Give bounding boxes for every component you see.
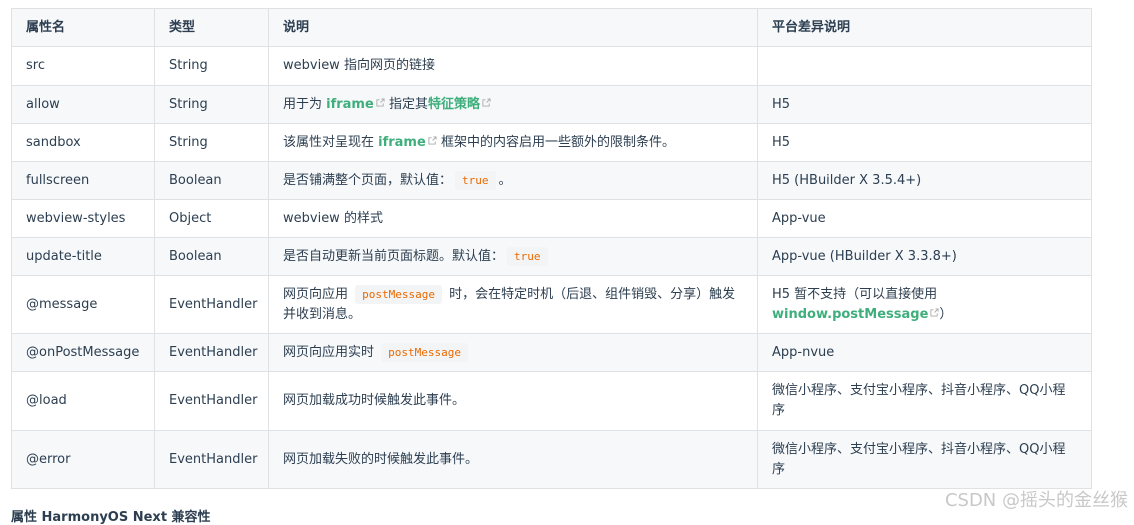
- prop-platform: App-vue (HBuilder X 3.3.8+): [757, 237, 1092, 276]
- table-row: src String webview 指向网页的链接: [11, 46, 1092, 86]
- feature-policy-link[interactable]: 特征策略: [428, 97, 491, 112]
- window-postmessage-link[interactable]: window.postMessage: [772, 307, 939, 322]
- table-row: @error EventHandler 网页加载失败的时候触发此事件。 微信小程…: [11, 430, 1092, 489]
- prop-type: Boolean: [154, 237, 269, 276]
- desc-text: 该属性对呈现在: [283, 134, 379, 150]
- prop-type: String: [154, 123, 269, 162]
- prop-platform: H5 暂不支持（可以直接使用 window.postMessage ）: [757, 275, 1092, 334]
- table-row: sandbox String 该属性对呈现在 iframe 框架中的内容启用一些…: [11, 123, 1092, 162]
- prop-platform: 微信小程序、支付宝小程序、抖音小程序、QQ小程序: [757, 430, 1092, 489]
- prop-type: EventHandler: [154, 333, 269, 372]
- code-value: true: [455, 170, 496, 190]
- prop-type: String: [154, 85, 269, 124]
- prop-name: @load: [11, 371, 155, 431]
- prop-type: String: [154, 46, 269, 86]
- link-text: 特征策略: [427, 96, 480, 112]
- table-row: @onPostMessage EventHandler 网页向应用实时 post…: [11, 333, 1092, 372]
- external-link-icon: [376, 97, 385, 107]
- desc-text: 用于为: [283, 96, 327, 112]
- prop-platform: App-vue: [757, 199, 1092, 238]
- desc-text: 网页向应用: [283, 286, 353, 302]
- prop-platform: [757, 46, 1092, 86]
- prop-name: @onPostMessage: [11, 333, 155, 372]
- table-row: allow String 用于为 iframe 指定其特征策略 H5: [11, 85, 1092, 124]
- prop-desc: webview 指向网页的链接: [268, 46, 758, 86]
- table-row: @load EventHandler 网页加载成功时候触发此事件。 微信小程序、…: [11, 371, 1092, 431]
- iframe-link[interactable]: iframe: [326, 97, 385, 112]
- prop-name: src: [11, 46, 155, 86]
- prop-desc: webview 的样式: [268, 199, 758, 238]
- desc-text: 是否铺满整个页面，默认值：: [283, 172, 453, 188]
- prop-desc: 网页向应用实时 postMessage: [268, 333, 758, 372]
- header-desc: 说明: [268, 8, 758, 47]
- prop-name: sandbox: [11, 123, 155, 162]
- prop-desc: 网页加载失败的时候触发此事件。: [268, 430, 758, 489]
- prop-type: EventHandler: [154, 371, 269, 431]
- prop-name: update-title: [11, 237, 155, 276]
- header-type: 类型: [154, 8, 269, 47]
- platform-text: ）: [939, 306, 953, 322]
- prop-type: EventHandler: [154, 430, 269, 489]
- prop-platform: App-nvue: [757, 333, 1092, 372]
- desc-text: 网页向应用实时: [283, 344, 379, 360]
- prop-type: Object: [154, 199, 269, 238]
- prop-desc: 网页加载成功时候触发此事件。: [268, 371, 758, 431]
- desc-text: 。: [498, 172, 512, 188]
- prop-name: fullscreen: [11, 161, 155, 200]
- watermark: CSDN @摇头的金丝猴: [944, 490, 1128, 511]
- prop-platform: H5: [757, 123, 1092, 162]
- desc-text: 指定其: [384, 96, 428, 112]
- code-value: postMessage: [355, 284, 442, 304]
- prop-type: EventHandler: [154, 275, 269, 334]
- table-row: webview-styles Object webview 的样式 App-vu…: [11, 199, 1092, 238]
- prop-desc: 是否自动更新当前页面标题。默认值： true: [268, 237, 758, 276]
- prop-name: @message: [11, 275, 155, 334]
- props-table: 属性名 类型 说明 平台差异说明 src String webview 指向网页…: [11, 8, 1092, 489]
- prop-name: @error: [11, 430, 155, 489]
- prop-platform: 微信小程序、支付宝小程序、抖音小程序、QQ小程序: [757, 371, 1092, 431]
- link-text: window.postMessage: [772, 306, 929, 322]
- prop-name: webview-styles: [11, 199, 155, 238]
- desc-text: 框架中的内容启用一些额外的限制条件。: [436, 134, 675, 150]
- table-header-row: 属性名 类型 说明 平台差异说明: [11, 8, 1092, 47]
- prop-desc: 网页向应用 postMessage 时，会在特定时机（后退、组件销毁、分享）触发…: [268, 275, 758, 334]
- external-link-icon: [428, 135, 437, 145]
- prop-platform: H5: [757, 85, 1092, 124]
- link-text: iframe: [378, 134, 426, 150]
- desc-text: 是否自动更新当前页面标题。默认值：: [283, 248, 505, 264]
- table-row: update-title Boolean 是否自动更新当前页面标题。默认值： tr…: [11, 237, 1092, 276]
- header-platform: 平台差异说明: [757, 8, 1092, 47]
- link-text: iframe: [326, 96, 374, 112]
- code-value: postMessage: [381, 342, 468, 362]
- code-value: true: [507, 246, 548, 266]
- prop-desc: 用于为 iframe 指定其特征策略: [268, 85, 758, 124]
- external-link-icon: [482, 97, 491, 107]
- section-heading: 属性 HarmonyOS Next 兼容性: [11, 510, 211, 525]
- prop-desc: 该属性对呈现在 iframe 框架中的内容启用一些额外的限制条件。: [268, 123, 758, 162]
- prop-name: allow: [11, 85, 155, 124]
- prop-platform: H5 (HBuilder X 3.5.4+): [757, 161, 1092, 200]
- table-row: @message EventHandler 网页向应用 postMessage …: [11, 275, 1092, 334]
- platform-text: H5 暂不支持（可以直接使用: [772, 286, 938, 302]
- iframe-link[interactable]: iframe: [378, 135, 437, 150]
- prop-desc: 是否铺满整个页面，默认值： true。: [268, 161, 758, 200]
- header-name: 属性名: [11, 8, 155, 47]
- prop-type: Boolean: [154, 161, 269, 200]
- table-row: fullscreen Boolean 是否铺满整个页面，默认值： true。 H5…: [11, 161, 1092, 200]
